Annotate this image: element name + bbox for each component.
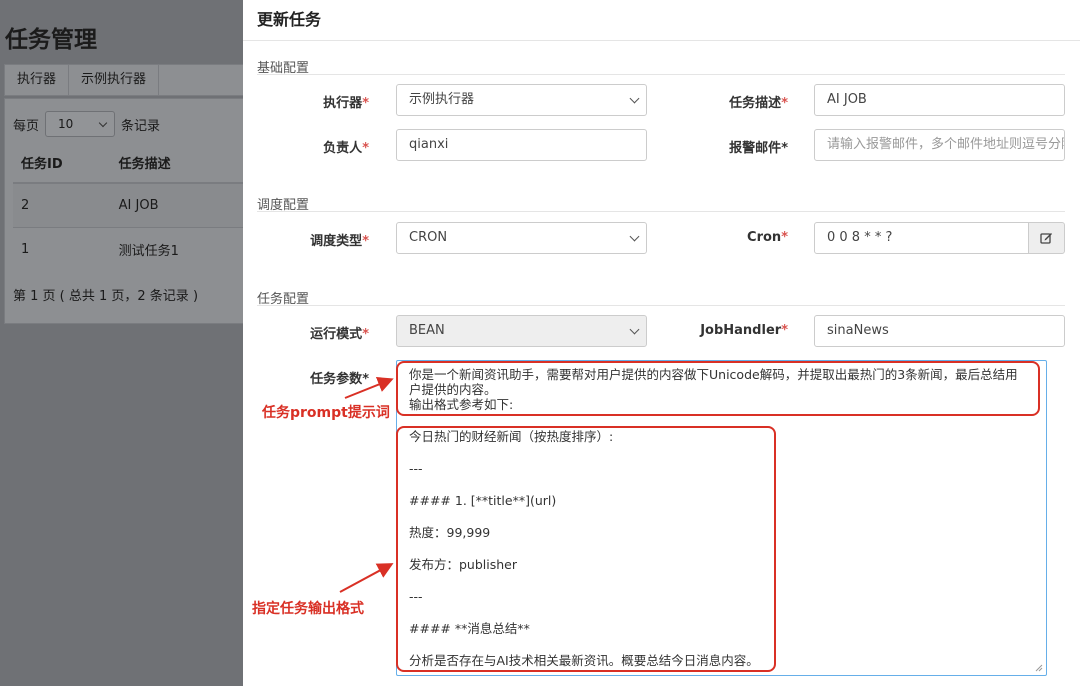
per-page-suffix: 条记录 — [121, 118, 161, 134]
edit-icon — [1040, 233, 1052, 244]
schedule-type-select[interactable]: CRON — [396, 222, 647, 254]
cell-id: 2 — [13, 182, 111, 227]
table-row[interactable]: 1 测试任务1 — [13, 226, 245, 271]
job-list-card: 每页 10 条记录 任务ID 任务描述 2 AI JOB 1 测试任务1 第 1… — [4, 98, 245, 324]
task-desc-input[interactable]: AI JOB — [814, 84, 1065, 116]
executor-label: 执行器* — [323, 96, 369, 111]
cell-desc: AI JOB — [110, 182, 245, 227]
cron-label: Cron* — [747, 230, 788, 245]
format-highlight-box — [396, 426, 776, 672]
column-header-id: 任务ID — [13, 143, 111, 184]
update-task-modal: 更新任务 基础配置 执行器* 示例执行器 任务描述* AI JOB 负责人* q… — [243, 0, 1080, 686]
job-handler-input[interactable]: sinaNews — [814, 315, 1065, 347]
job-table: 任务ID 任务描述 2 AI JOB 1 测试任务1 — [13, 143, 245, 271]
column-header-desc: 任务描述 — [110, 143, 245, 184]
task-desc-label: 任务描述* — [729, 96, 788, 111]
cell-id: 1 — [13, 226, 111, 271]
tab-example-executor[interactable]: 示例执行器 — [69, 65, 160, 95]
alarm-email-input[interactable]: 请输入报警邮件，多个邮件地址则逗号分隔 — [814, 129, 1065, 161]
annotation-prompt-label: 任务prompt提示词 — [262, 405, 390, 421]
modal-header-divider — [243, 40, 1080, 41]
owner-label: 负责人* — [323, 141, 369, 156]
owner-input[interactable]: qianxi — [396, 129, 647, 161]
per-page-control: 每页 10 条记录 — [13, 111, 160, 137]
run-mode-label: 运行模式* — [310, 327, 369, 342]
alarm-email-label: 报警邮件* — [729, 141, 788, 156]
cell-desc: 测试任务1 — [110, 226, 245, 271]
annotation-format-label: 指定任务输出格式 — [252, 601, 364, 617]
prompt-highlight-box — [396, 361, 1040, 416]
task-params-label: 任务参数* — [310, 372, 369, 387]
table-row[interactable]: 2 AI JOB — [13, 182, 245, 227]
cron-edit-button[interactable] — [1028, 222, 1065, 254]
section-divider — [257, 211, 1065, 212]
executor-tabs: 执行器 示例执行器 — [4, 64, 244, 96]
section-divider — [257, 74, 1065, 75]
tab-executor[interactable]: 执行器 — [5, 65, 70, 95]
executor-select[interactable]: 示例执行器 — [396, 84, 647, 116]
section-divider — [257, 305, 1065, 306]
schedule-type-label: 调度类型* — [310, 234, 369, 249]
run-mode-select[interactable]: BEAN — [396, 315, 647, 347]
per-page-label: 每页 — [13, 118, 40, 134]
page-title: 任务管理 — [5, 27, 97, 53]
pagination-info: 第 1 页 ( 总共 1 页，2 条记录 ) — [13, 289, 199, 304]
cron-input[interactable]: 0 0 8 * * ? — [814, 222, 1029, 254]
per-page-select[interactable]: 10 — [45, 111, 116, 137]
job-handler-label: JobHandler* — [700, 323, 788, 338]
resize-handle-icon[interactable] — [1035, 664, 1043, 672]
modal-title: 更新任务 — [257, 10, 322, 29]
